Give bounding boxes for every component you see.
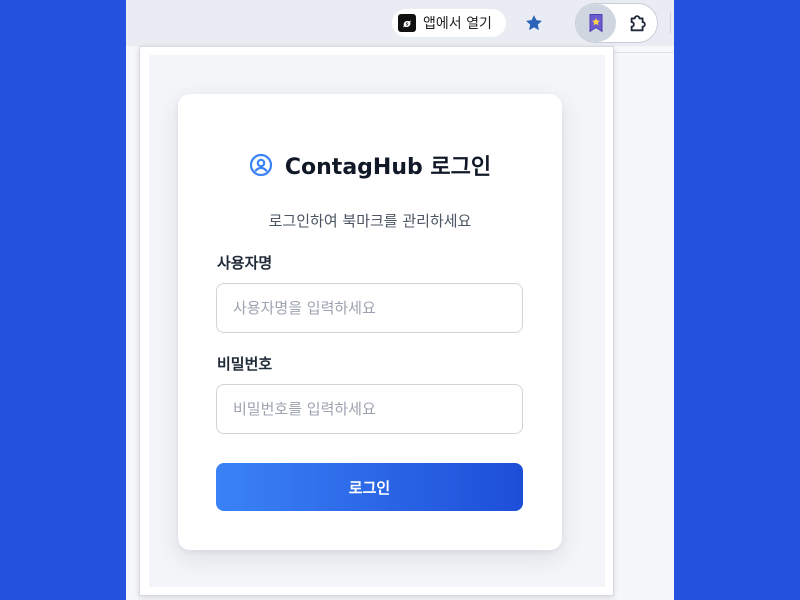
username-label: 사용자명	[217, 254, 273, 272]
page-divider	[612, 52, 674, 53]
password-label: 비밀번호	[217, 355, 273, 373]
popup-body: ContagHub 로그인 로그인하여 북마크를 관리하세요 사용자명 비밀번호…	[149, 55, 605, 587]
app-icon-glyph: ø	[403, 16, 411, 30]
login-button[interactable]: 로그인	[216, 463, 523, 511]
app-icon: ø	[398, 14, 416, 32]
open-in-app-button[interactable]: ø 앱에서 열기	[392, 9, 506, 37]
extension-popup: ContagHub 로그인 로그인하여 북마크를 관리하세요 사용자명 비밀번호…	[139, 46, 614, 596]
toolbar-divider	[670, 12, 671, 34]
title-row: ContagHub 로그인	[178, 150, 562, 180]
login-card: ContagHub 로그인 로그인하여 북마크를 관리하세요 사용자명 비밀번호…	[178, 94, 562, 550]
bookmark-extension-icon[interactable]	[576, 4, 616, 42]
password-input[interactable]	[216, 384, 523, 434]
subtitle: 로그인하여 북마크를 관리하세요	[268, 212, 472, 230]
user-circle-icon	[249, 153, 273, 177]
puzzle-extension-icon[interactable]	[620, 4, 656, 42]
open-in-app-label: 앱에서 열기	[423, 16, 492, 32]
username-input[interactable]	[216, 283, 523, 333]
star-icon[interactable]	[522, 11, 546, 35]
browser-toolbar: ø 앱에서 열기	[126, 0, 674, 46]
page-title: ContagHub 로그인	[284, 155, 492, 180]
browser-window: ø 앱에서 열기 ContagHub 로그인 로그인하여 북마크를 관리하세요 …	[126, 0, 674, 600]
